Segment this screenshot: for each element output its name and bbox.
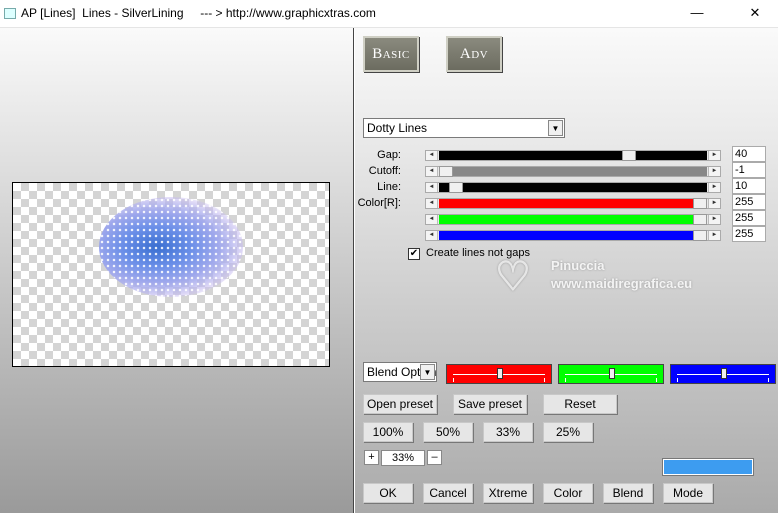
slider-fill — [439, 231, 707, 240]
adv-mode-button[interactable]: Adv — [446, 36, 502, 72]
preview-image — [99, 197, 243, 297]
slider-value[interactable]: 255 — [732, 210, 766, 226]
slider-label: Color[R]: — [357, 197, 401, 209]
minimize-button[interactable]: — — [682, 4, 712, 24]
color-preview[interactable] — [663, 459, 753, 475]
preview-canvas[interactable] — [12, 182, 330, 367]
zoom-in-button[interactable]: + — [364, 450, 379, 465]
arrow-left-icon[interactable]: ◄ — [426, 151, 438, 160]
slider-fill — [439, 199, 707, 208]
slider-value[interactable]: -1 — [732, 162, 766, 178]
arrow-right-icon[interactable]: ► — [708, 215, 720, 224]
arrow-right-icon[interactable]: ► — [708, 167, 720, 176]
ok-button[interactable]: OK — [363, 483, 413, 503]
slider-track[interactable]: ◄ ► — [425, 166, 721, 177]
zoom-50-button[interactable]: 50% — [423, 422, 473, 442]
arrow-right-icon[interactable]: ► — [708, 183, 720, 192]
slider-track[interactable]: ◄ ► — [425, 214, 721, 225]
slider-label: Cutoff: — [368, 165, 401, 177]
mode-button[interactable]: Mode — [663, 483, 713, 503]
zoom-25-button[interactable]: 25% — [543, 422, 593, 442]
slider-value[interactable]: 255 — [732, 226, 766, 242]
green-channel-slider[interactable] — [558, 364, 664, 384]
zoom-100-button[interactable]: 100% — [363, 422, 413, 442]
slider-thumb[interactable] — [693, 214, 707, 225]
color-button[interactable]: Color — [543, 483, 593, 503]
slider-thumb[interactable] — [693, 198, 707, 209]
chevron-down-icon: ▼ — [420, 364, 435, 380]
zoom-level-field[interactable]: 33% — [381, 450, 425, 466]
app-icon — [4, 8, 16, 19]
swatch-knob[interactable] — [721, 368, 727, 379]
arrow-right-icon[interactable]: ► — [708, 199, 720, 208]
window-title: AP [Lines] Lines - SilverLining --- > ht… — [21, 6, 376, 20]
slider-track[interactable]: ◄ ► — [425, 150, 721, 161]
slider-track[interactable]: ◄ ► — [425, 230, 721, 241]
slider-thumb[interactable] — [693, 230, 707, 241]
arrow-left-icon[interactable]: ◄ — [426, 231, 438, 240]
slider-value[interactable]: 40 — [732, 146, 766, 162]
arrow-left-icon[interactable]: ◄ — [426, 199, 438, 208]
title-bar: AP [Lines] Lines - SilverLining --- > ht… — [0, 0, 778, 28]
slider-thumb[interactable] — [449, 182, 463, 193]
cancel-button[interactable]: Cancel — [423, 483, 473, 503]
arrow-left-icon[interactable]: ◄ — [426, 183, 438, 192]
xtreme-button[interactable]: Xtreme — [483, 483, 533, 503]
close-button[interactable]: ✕ — [740, 4, 770, 24]
arrow-left-icon[interactable]: ◄ — [426, 215, 438, 224]
basic-mode-button[interactable]: Basic — [363, 36, 419, 72]
chevron-down-icon: ▼ — [548, 120, 563, 136]
zoom-33-button[interactable]: 33% — [483, 422, 533, 442]
reset-button[interactable]: Reset — [543, 394, 617, 414]
heart-icon: ♡ — [495, 255, 531, 299]
blue-channel-slider[interactable] — [670, 364, 776, 384]
open-preset-button[interactable]: Open preset — [363, 394, 437, 414]
slider-fill — [439, 167, 707, 176]
zoom-out-button[interactable]: – — [427, 450, 442, 465]
slider-thumb[interactable] — [622, 150, 636, 161]
slider-label: Gap: — [377, 149, 401, 161]
slider-fill — [439, 151, 707, 160]
slider-track[interactable]: ◄ ► — [425, 198, 721, 209]
slider-label: Line: — [377, 181, 401, 193]
watermark-name: Pinuccia — [551, 258, 605, 273]
slider-value[interactable]: 10 — [732, 178, 766, 194]
swatch-knob[interactable] — [609, 368, 615, 379]
slider-fill — [439, 183, 707, 192]
blend-options-select[interactable]: Blend Options ▼ — [363, 362, 437, 382]
preview-pane — [0, 28, 354, 513]
slider-track[interactable]: ◄ ► — [425, 182, 721, 193]
effect-select[interactable]: Dotty Lines ▼ — [363, 118, 565, 138]
slider-thumb[interactable] — [439, 166, 453, 177]
arrow-right-icon[interactable]: ► — [708, 231, 720, 240]
create-lines-checkbox[interactable]: ✔ — [408, 248, 420, 260]
blend-button[interactable]: Blend — [603, 483, 653, 503]
watermark-url: www.maidiregrafica.eu — [551, 276, 693, 291]
save-preset-button[interactable]: Save preset — [453, 394, 527, 414]
arrow-right-icon[interactable]: ► — [708, 151, 720, 160]
slider-fill — [439, 215, 707, 224]
red-channel-slider[interactable] — [446, 364, 552, 384]
swatch-knob[interactable] — [497, 368, 503, 379]
slider-value[interactable]: 255 — [732, 194, 766, 210]
arrow-left-icon[interactable]: ◄ — [426, 167, 438, 176]
effect-select-value: Dotty Lines — [367, 121, 428, 135]
controls-pane: Basic Adv Dotty Lines ▼ Gap: ◄ ► 40 Cuto… — [355, 28, 778, 513]
